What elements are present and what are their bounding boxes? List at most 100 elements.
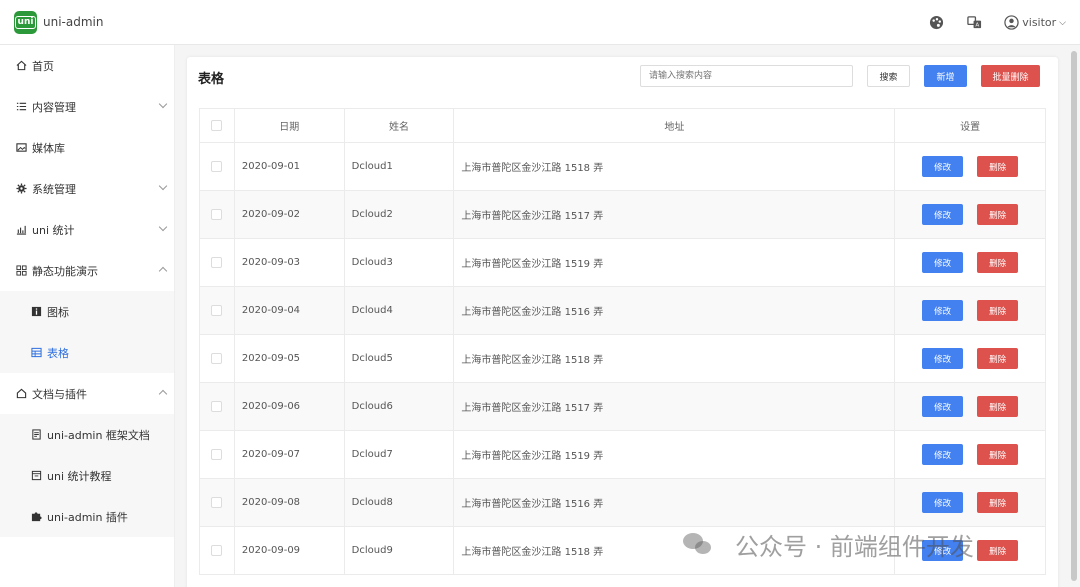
chevron-down-icon	[158, 99, 168, 109]
select-all-checkbox[interactable]	[211, 120, 223, 131]
sidebar-item-home[interactable]: 首页	[0, 45, 174, 86]
sidebar-item-stats[interactable]: uni 统计	[0, 209, 174, 250]
row-check-cell	[200, 143, 235, 190]
palette-icon[interactable]	[928, 15, 944, 31]
delete-button[interactable]: 删除	[977, 204, 1019, 225]
list-icon	[15, 101, 27, 113]
row-check-cell	[200, 431, 235, 478]
translate-icon[interactable]: A	[966, 15, 982, 31]
date-cell: 2020-09-06	[235, 383, 345, 430]
column-header-date: 日期	[235, 109, 345, 142]
sidebar-item-label: uni 统计	[32, 223, 75, 237]
top-bar: uni uni-admin A visitor ⌵	[0, 0, 1080, 45]
settings-cell: 修改 删除	[895, 335, 1045, 382]
table-card: 表格 搜索 新增 批量删除 日期 姓名 地址 设置 2020-09-01Dclo…	[187, 57, 1058, 587]
settings-cell: 修改 删除	[895, 191, 1045, 238]
table-row: 2020-09-03 Dcloud3 上海市普陀区金沙江路 1519 弄修改 删除	[200, 239, 1045, 287]
sidebar-item-icons[interactable]: 图标	[0, 291, 174, 332]
edit-button[interactable]: 修改	[922, 252, 964, 273]
delete-button[interactable]: 删除	[977, 444, 1019, 465]
address-cell: 上海市普陀区金沙江路 1518 弄	[454, 143, 896, 190]
sidebar-item-label: uni 统计教程	[47, 469, 112, 483]
row-check-cell	[200, 527, 235, 574]
sidebar-item-label: 内容管理	[32, 100, 76, 114]
address-cell: 上海市普陀区金沙江路 1518 弄	[454, 335, 896, 382]
table-row: 2020-09-08 Dcloud8 上海市普陀区金沙江路 1516 弄修改 删除	[200, 479, 1045, 527]
add-button[interactable]: 新增	[924, 65, 967, 87]
edit-button[interactable]: 修改	[922, 492, 964, 513]
sidebar-item-stats-tutorial[interactable]: uni 统计教程	[0, 455, 174, 496]
name-cell: Dcloud2	[345, 191, 455, 238]
row-checkbox[interactable]	[211, 257, 223, 268]
delete-button[interactable]: 删除	[977, 396, 1019, 417]
table-row: 2020-09-06 Dcloud6 上海市普陀区金沙江路 1517 弄修改 删除	[200, 383, 1045, 431]
settings-cell: 修改 删除	[895, 479, 1045, 526]
row-check-cell	[200, 191, 235, 238]
table-body: 2020-09-01 Dcloud1 上海市普陀区金沙江路 1518 弄修改 删除 20…	[200, 143, 1045, 575]
edit-button[interactable]: 修改	[922, 300, 964, 321]
sidebar-item-system[interactable]: 系统管理	[0, 168, 174, 209]
sidebar-item-label: 文档与插件	[32, 387, 87, 401]
date-cell: 2020-09-02	[235, 191, 345, 238]
user-menu[interactable]: visitor ⌵	[1004, 15, 1066, 30]
row-checkbox[interactable]	[211, 401, 223, 412]
row-checkbox[interactable]	[211, 449, 223, 460]
settings-cell: 修改 删除	[895, 431, 1045, 478]
row-check-cell	[200, 287, 235, 334]
delete-button[interactable]: 删除	[977, 540, 1019, 561]
sidebar-item-demo[interactable]: 静态功能演示	[0, 250, 174, 291]
search-button[interactable]: 搜索	[867, 65, 910, 87]
row-checkbox[interactable]	[211, 497, 223, 508]
scrollbar-thumb[interactable]	[1071, 51, 1077, 581]
delete-button[interactable]: 删除	[977, 348, 1019, 369]
sidebar-item-content[interactable]: 内容管理	[0, 86, 174, 127]
edit-button[interactable]: 修改	[922, 348, 964, 369]
delete-button[interactable]: 删除	[977, 492, 1019, 513]
row-checkbox[interactable]	[211, 161, 223, 172]
sidebar-item-label: 系统管理	[32, 182, 76, 196]
search-input[interactable]	[640, 65, 853, 87]
sidebar-item-label: 静态功能演示	[32, 264, 98, 278]
name-cell: Dcloud1	[345, 143, 455, 190]
delete-button[interactable]: 删除	[977, 300, 1019, 321]
edit-button[interactable]: 修改	[922, 204, 964, 225]
edit-button[interactable]: 修改	[922, 156, 964, 177]
delete-button[interactable]: 删除	[977, 156, 1019, 177]
chart-icon	[15, 224, 27, 236]
address-cell: 上海市普陀区金沙江路 1519 弄	[454, 431, 896, 478]
address-cell: 上海市普陀区金沙江路 1517 弄	[454, 191, 896, 238]
table-row: 2020-09-04 Dcloud4 上海市普陀区金沙江路 1516 弄修改 删除	[200, 287, 1045, 335]
name-cell: Dcloud6	[345, 383, 455, 430]
sidebar-item-media[interactable]: 媒体库	[0, 127, 174, 168]
sidebar-item-docs[interactable]: 文档与插件	[0, 373, 174, 414]
column-header-address: 地址	[454, 109, 896, 142]
row-checkbox[interactable]	[211, 545, 223, 556]
row-checkbox[interactable]	[211, 305, 223, 316]
sidebar: 首页 内容管理 媒体库 系统管理 uni 统计 静态功能演示 图标 表格 文档与…	[0, 45, 175, 587]
table-row: 2020-09-01 Dcloud1 上海市普陀区金沙江路 1518 弄修改 删除	[200, 143, 1045, 191]
table-icon	[30, 347, 42, 359]
settings-cell: 修改 删除	[895, 383, 1045, 430]
delete-button[interactable]: 删除	[977, 252, 1019, 273]
batch-delete-button[interactable]: 批量删除	[981, 65, 1040, 87]
edit-button[interactable]: 修改	[922, 396, 964, 417]
settings-cell: 修改 删除	[895, 287, 1045, 334]
page-scrollbar[interactable]	[1068, 45, 1080, 587]
address-cell: 上海市普陀区金沙江路 1516 弄	[454, 287, 896, 334]
date-cell: 2020-09-09	[235, 527, 345, 574]
chevron-down-icon	[158, 222, 168, 232]
app-logo[interactable]: uni uni-admin	[14, 10, 103, 34]
logo-icon: uni	[14, 10, 37, 34]
sidebar-item-plugins[interactable]: uni-admin 插件	[0, 496, 174, 537]
sidebar-item-label: 首页	[32, 59, 54, 73]
sidebar-item-framework-docs[interactable]: uni-admin 框架文档	[0, 414, 174, 455]
image-icon	[15, 142, 27, 154]
wechat-icon	[683, 532, 713, 556]
row-checkbox[interactable]	[211, 209, 223, 220]
svg-text:A: A	[975, 23, 979, 29]
info-icon	[30, 306, 42, 318]
row-checkbox[interactable]	[211, 353, 223, 364]
table-row: 2020-09-02 Dcloud2 上海市普陀区金沙江路 1517 弄修改 删除	[200, 191, 1045, 239]
edit-button[interactable]: 修改	[922, 444, 964, 465]
sidebar-item-table[interactable]: 表格	[0, 332, 174, 373]
